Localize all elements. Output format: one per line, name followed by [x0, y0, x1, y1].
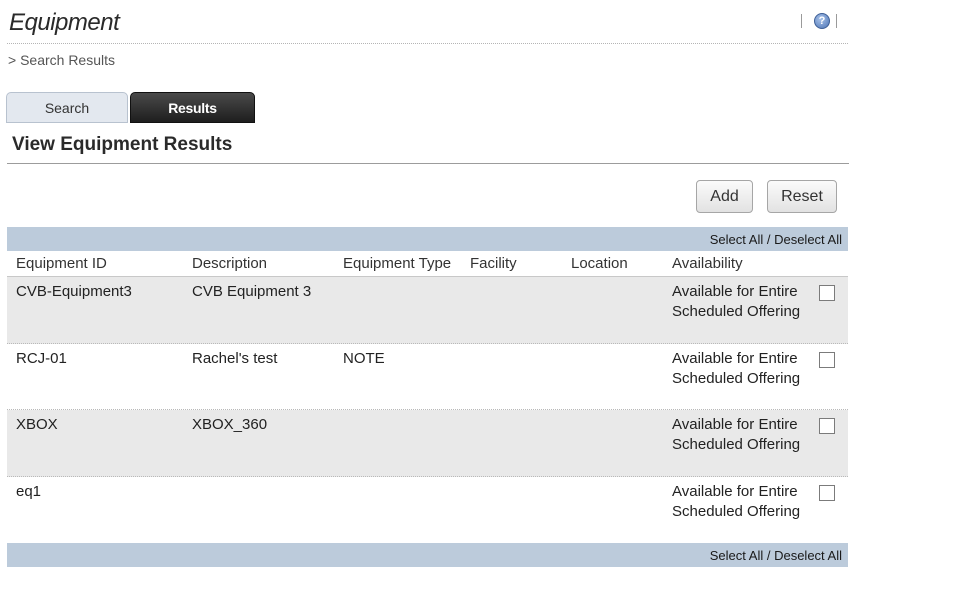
column-header-location: Location	[571, 255, 628, 272]
page-title: Equipment	[9, 9, 120, 36]
tab-search[interactable]: Search	[6, 92, 128, 123]
deselect-all-link[interactable]: Deselect All	[774, 548, 842, 563]
deselect-all-link[interactable]: Deselect All	[774, 232, 842, 247]
cell-equipment-id: CVB-Equipment3	[16, 283, 132, 300]
divider	[801, 14, 802, 28]
row-select-checkbox[interactable]	[819, 351, 835, 368]
cell-availability: Available for Entire Scheduled Offering	[672, 482, 801, 520]
cell-description: CVB Equipment 3	[192, 283, 312, 300]
cell-availability: Available for Entire Scheduled Offering	[672, 416, 801, 453]
table-row: CVB-Equipment3 CVB Equipment 3 Available…	[7, 277, 848, 344]
cell-availability: Available for Entire Scheduled Offering	[672, 349, 801, 387]
table-row: XBOX XBOX_360 Available for Entire Sched…	[7, 410, 848, 477]
title-divider	[7, 43, 848, 44]
column-header-facility: Facility	[470, 255, 517, 272]
cell-equipment-id: RCJ-01	[16, 349, 67, 367]
cell-equipment-id: XBOX	[16, 416, 58, 433]
header-tools: ?	[801, 11, 837, 31]
divider	[836, 14, 837, 28]
select-all-link[interactable]: Select All	[710, 232, 763, 247]
cell-equipment-id: eq1	[16, 482, 42, 500]
tab-bar: Search Results	[6, 92, 255, 123]
select-bar-top: Select All / Deselect All	[7, 227, 848, 251]
row-select-checkbox[interactable]	[819, 418, 835, 434]
select-divider: /	[763, 547, 775, 563]
column-header-equipment-type: Equipment Type	[343, 255, 452, 272]
select-all-link[interactable]: Select All	[710, 548, 763, 563]
row-select-checkbox[interactable]	[819, 484, 835, 501]
tab-results[interactable]: Results	[130, 92, 255, 123]
table-header: Equipment ID Description Equipment Type …	[7, 251, 848, 277]
cell-equipment-type: NOTE	[343, 349, 385, 367]
column-header-description: Description	[192, 255, 268, 272]
column-header-availability: Availability	[672, 255, 743, 272]
column-header-equipment-id: Equipment ID	[16, 255, 107, 272]
table-row: eq1 Available for Entire Scheduled Offer…	[7, 477, 848, 544]
add-button[interactable]: Add	[696, 180, 753, 213]
equipment-results-table: Select All / Deselect All Equipment ID D…	[7, 227, 848, 567]
row-select-checkbox[interactable]	[819, 285, 835, 301]
cell-availability: Available for Entire Scheduled Offering	[672, 283, 801, 320]
cell-description: Rachel's test	[192, 349, 278, 367]
reset-button[interactable]: Reset	[767, 180, 837, 213]
select-bar-bottom: Select All / Deselect All	[7, 543, 848, 567]
table-row: RCJ-01 Rachel's test NOTE Available for …	[7, 344, 848, 410]
section-title: View Equipment Results	[12, 134, 233, 155]
section-divider	[7, 163, 849, 164]
select-divider: /	[763, 231, 775, 247]
breadcrumb[interactable]: > Search Results	[8, 52, 115, 68]
help-icon[interactable]: ?	[814, 13, 830, 29]
cell-description: XBOX_360	[192, 416, 268, 433]
